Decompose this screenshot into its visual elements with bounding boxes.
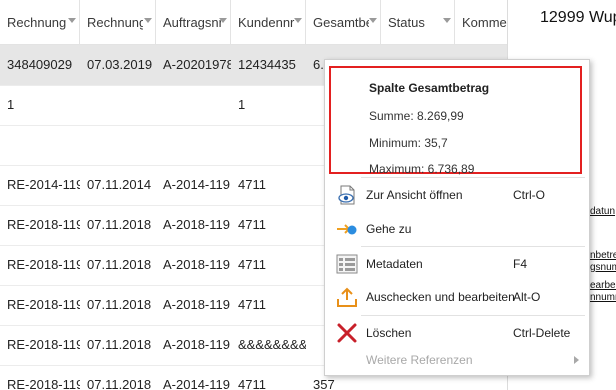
detail-link[interactable]: nnumm [590,292,616,303]
menu-item-goto[interactable]: Gehe zu [325,212,589,246]
detail-heading: 12999 Wup [540,9,616,26]
table-cell: 07.11.2014 [87,177,152,192]
table-cell: 07.11.2018 [87,337,152,352]
detail-link[interactable]: earbei [590,280,616,291]
table-cell [80,125,156,165]
table-cell: RE-2018-119 [7,217,80,232]
table-cell [156,85,231,125]
menu-item-label: Weitere Referenzen [366,353,473,367]
column-header-kommentar[interactable]: Komme [455,0,507,44]
table-cell: &&&&&&&&&&&& [238,337,306,352]
menu-item-label: Zur Ansicht öffnen [366,188,463,202]
menu-item-metadata[interactable]: Metadaten F4 [325,247,589,281]
table-cell: 07.11.2018 [87,257,152,272]
column-statistics-box: Spalte Gesamtbetrag Summe: 8.269,99 Mini… [329,66,582,176]
menu-item-checkout-edit[interactable]: Auschecken und bearbeiten Alt-O [325,280,589,314]
table-cell [0,125,80,165]
delete-x-icon [336,322,358,344]
table-cell: RE-2018-119 [7,377,80,390]
table-cell: A-2018-119 [163,297,230,312]
table-cell: 07.11.2018 [87,217,152,232]
column-header-kundennr[interactable]: Kundennr [231,0,306,44]
table-cell: 07.11.2018 [87,297,152,312]
column-dropdown-icon[interactable] [144,18,152,23]
goto-arrow-icon [336,218,358,240]
table-cell: 4711 [238,177,266,192]
context-menu: Spalte Gesamtbetrag Summe: 8.269,99 Mini… [324,59,590,376]
table-cell: RE-2014-119 [7,177,80,192]
menu-item-shortcut: Ctrl-O [513,188,545,202]
table-cell [231,125,306,165]
metadata-list-icon [336,253,358,275]
table-cell [156,125,231,165]
menu-item-shortcut: F4 [513,257,528,271]
checkout-upload-icon [336,286,358,308]
column-header-auftragsnr[interactable]: Auftragsnr [156,0,231,44]
column-header-rechnung-nr[interactable]: Rechnung [0,0,80,44]
column-header-rechnung-datum[interactable]: Rechnung [80,0,156,44]
statistics-minimum: Minimum: 35,7 [369,136,448,150]
table-cell: 1 [7,97,15,112]
table-cell: 12434435 [238,57,296,72]
table-cell: 07.11.2018 [87,377,152,390]
column-dropdown-icon[interactable] [68,18,76,23]
table-cell: A-2014-119 [163,377,230,390]
table-cell: 4711 [238,297,266,312]
menu-item-label: Metadaten [366,257,423,271]
table-cell: A-2018-119 [163,337,230,352]
submenu-arrow-icon [574,356,579,364]
column-dropdown-icon[interactable] [294,18,302,23]
menu-item-more-references[interactable]: Weitere Referenzen [325,343,589,377]
grid-header: Rechnung Rechnung Auftragsnr Kundennr Ge… [0,0,507,45]
table-cell: RE-2018-119 [7,297,80,312]
column-dropdown-icon[interactable] [443,18,451,23]
column-dropdown-icon[interactable] [369,18,377,23]
table-cell: RE-2018-119 [7,257,80,272]
column-header-gesamtbetrag[interactable]: Gesamtbe [306,0,381,44]
statistics-sum: Summe: 8.269,99 [369,109,464,123]
menu-item-label: Auschecken und bearbeiten [366,290,515,304]
menu-item-open-view[interactable]: Zur Ansicht öffnen Ctrl-O [325,178,589,212]
table-cell: 348409029 [7,57,73,72]
column-dropdown-icon[interactable] [219,18,227,23]
menu-item-shortcut: Alt-O [513,290,541,304]
statistics-title: Spalte Gesamtbetrag [369,81,490,95]
table-cell: 1 [238,97,246,112]
eye-view-icon [336,184,358,206]
table-cell: A-2018-119 [163,217,230,232]
menu-item-label: Gehe zu [366,222,412,236]
detail-link[interactable]: gsnumr [590,262,616,273]
column-header-status[interactable]: Status [381,0,455,44]
table-cell: 4711 [238,257,266,272]
table-cell: 4711 [238,217,266,232]
table-cell: RE-2018-119 [7,337,80,352]
table-cell: 4711 [238,377,266,390]
table-cell: 07.03.2019 [87,57,153,72]
table-cell: A-2018-119 [163,257,230,272]
table-cell: A-2020197891 [163,57,231,72]
detail-link[interactable]: nbetre [590,250,616,261]
detail-link[interactable]: datun [590,206,615,217]
table-cell [80,85,156,125]
table-cell: A-2014-119 [163,177,230,192]
statistics-maximum: Maximum: 6.736,89 [369,162,475,176]
